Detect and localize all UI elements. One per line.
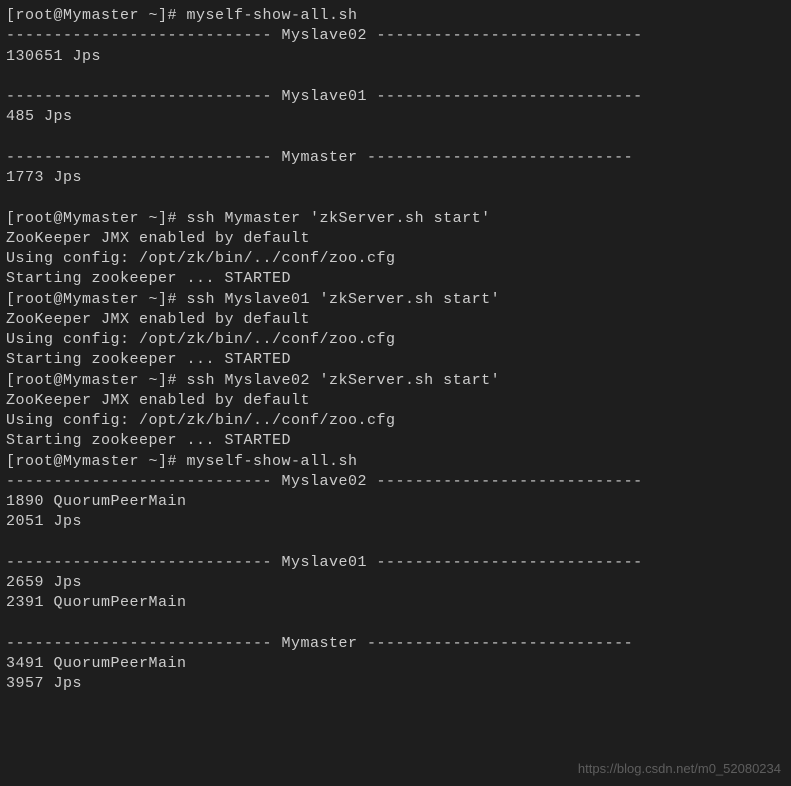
terminal-line: 1890 QuorumPeerMain [6,492,785,512]
terminal-line: Using config: /opt/zk/bin/../conf/zoo.cf… [6,411,785,431]
terminal-line: Using config: /opt/zk/bin/../conf/zoo.cf… [6,249,785,269]
terminal-line: ZooKeeper JMX enabled by default [6,310,785,330]
terminal-line: Starting zookeeper ... STARTED [6,269,785,289]
terminal-line: Starting zookeeper ... STARTED [6,350,785,370]
terminal-line: 2391 QuorumPeerMain [6,593,785,613]
terminal-line: 2659 Jps [6,573,785,593]
terminal-line: 1773 Jps [6,168,785,188]
terminal-line: 130651 Jps [6,47,785,67]
terminal-line: 2051 Jps [6,512,785,532]
terminal-line [6,533,785,553]
terminal-line: [root@Mymaster ~]# ssh Myslave01 'zkServ… [6,290,785,310]
terminal-output: [root@Mymaster ~]# myself-show-all.sh---… [6,6,785,695]
terminal-line: [root@Mymaster ~]# ssh Myslave02 'zkServ… [6,371,785,391]
terminal-line: ---------------------------- Mymaster --… [6,148,785,168]
terminal-line: ---------------------------- Mymaster --… [6,634,785,654]
terminal-line: 485 Jps [6,107,785,127]
terminal-line: ---------------------------- Myslave02 -… [6,472,785,492]
terminal-line [6,614,785,634]
terminal-line: 3957 Jps [6,674,785,694]
terminal-line: Using config: /opt/zk/bin/../conf/zoo.cf… [6,330,785,350]
terminal-line: ---------------------------- Myslave01 -… [6,553,785,573]
terminal-line: [root@Mymaster ~]# myself-show-all.sh [6,6,785,26]
terminal-line: ZooKeeper JMX enabled by default [6,229,785,249]
terminal-line: ---------------------------- Myslave01 -… [6,87,785,107]
terminal-line: 3491 QuorumPeerMain [6,654,785,674]
terminal-line: ZooKeeper JMX enabled by default [6,391,785,411]
terminal-line: ---------------------------- Myslave02 -… [6,26,785,46]
terminal-line: [root@Mymaster ~]# ssh Mymaster 'zkServe… [6,209,785,229]
terminal-line [6,188,785,208]
watermark-text: https://blog.csdn.net/m0_52080234 [578,760,781,778]
terminal-line: Starting zookeeper ... STARTED [6,431,785,451]
terminal-line [6,128,785,148]
terminal-line [6,67,785,87]
terminal-line: [root@Mymaster ~]# myself-show-all.sh [6,452,785,472]
